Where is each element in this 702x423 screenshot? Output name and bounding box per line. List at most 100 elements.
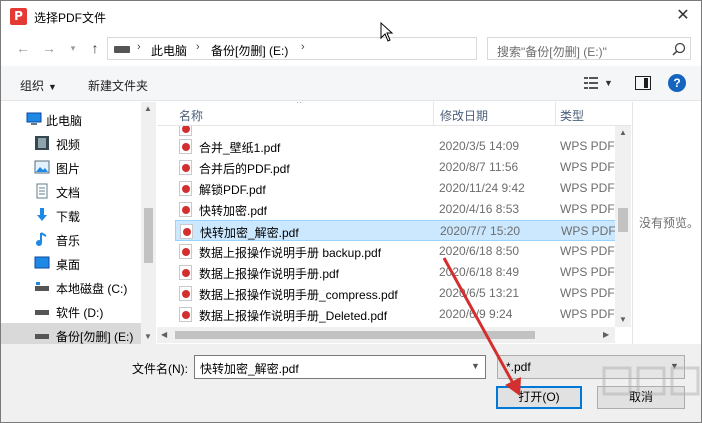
scroll-up-icon[interactable]: ▲ [619, 128, 627, 137]
file-name: 快转加密.pdf [199, 204, 268, 218]
column-divider[interactable] [555, 102, 556, 126]
chevron-down-icon: ▾ [70, 43, 76, 53]
chevron-right-icon: › [301, 41, 305, 53]
navpane-scrollbar[interactable]: ▲ ▼ [141, 102, 156, 344]
table-row[interactable]: 合并_壁纸1.pdf 2020/3/5 14:09 WPS PDF [175, 136, 631, 157]
scroll-left-icon[interactable]: ◀ [161, 330, 167, 339]
filename-input[interactable]: 快转加密_解密.pdf ▼ [194, 355, 486, 379]
close-icon: ✕ [676, 7, 690, 24]
pdf-file-icon [179, 202, 192, 217]
filename-label: 文件名(N): [132, 362, 188, 376]
file-name: 合并_壁纸1.pdf [199, 141, 281, 155]
search-placeholder: 搜索"备份[勿删] (E:)" [497, 45, 607, 59]
scrollbar-thumb[interactable] [144, 208, 153, 263]
music-icon [36, 232, 47, 246]
table-row[interactable]: 合并后的PDF.pdf 2020/8/7 11:56 WPS PDF [175, 157, 631, 178]
back-button[interactable]: ← [13, 38, 33, 58]
scrollbar-thumb[interactable] [175, 331, 535, 339]
file-type: WPS PDF [560, 139, 615, 153]
scroll-right-icon[interactable]: ▶ [603, 330, 609, 339]
nav-item-videos[interactable]: 视频 [1, 131, 141, 155]
organize-label: 组织 [20, 79, 45, 93]
pdf-file-icon [179, 160, 192, 175]
table-row-selected[interactable]: 快转加密_解密.pdf 2020/7/7 15:20 WPS PDF [175, 220, 631, 241]
back-arrow-icon: ← [16, 40, 30, 56]
nav-item-drive-d[interactable]: 软件 (D:) [1, 299, 141, 323]
computer-icon [26, 112, 42, 125]
address-bar[interactable]: › 此电脑 › 备份[勿删] (E:) › ▾ ↻ [107, 37, 572, 60]
pdf-file-icon [179, 244, 192, 259]
file-name: 数据上报操作说明手册 backup.pdf [199, 246, 382, 260]
file-name: 数据上报操作说明手册_compress.pdf [199, 288, 398, 302]
table-row[interactable]: 快转加密.pdf 2020/4/16 8:53 WPS PDF [175, 199, 631, 220]
nav-item-label: 视频 [56, 138, 81, 152]
picture-icon [34, 160, 50, 174]
breadcrumb-drive-e[interactable]: 备份[勿删] (E:) [211, 42, 288, 59]
breadcrumb-this-pc[interactable]: 此电脑 [151, 42, 187, 59]
nav-item-desktop[interactable]: 桌面 [1, 251, 141, 275]
scroll-up-icon[interactable]: ▲ [144, 104, 152, 113]
file-type: WPS PDF [560, 160, 615, 174]
nav-item-label: 此电脑 [46, 114, 83, 128]
scroll-down-icon[interactable]: ▼ [619, 315, 627, 324]
chevron-down-icon[interactable]: ▼ [471, 361, 480, 371]
nav-item-pictures[interactable]: 图片 [1, 155, 141, 179]
table-row[interactable]: 数据上报操作说明手册 backup.pdf 2020/6/18 8:50 WPS… [175, 241, 631, 262]
table-row[interactable]: 数据上报操作说明手册.pdf 2020/6/18 8:49 WPS PDF [175, 262, 631, 283]
help-icon[interactable]: ? [668, 74, 686, 92]
nav-item-music[interactable]: 音乐 [1, 227, 141, 251]
view-options-icon[interactable] [584, 77, 598, 89]
filelist-vertical-scrollbar[interactable]: ▲ ▼ [615, 126, 631, 327]
nav-item-label: 软件 (D:) [56, 306, 104, 320]
file-date: 2020/8/7 11:56 [439, 160, 519, 174]
up-arrow-icon: ↑ [91, 40, 99, 56]
file-date: 2020/4/16 8:53 [439, 202, 520, 216]
scrollbar-thumb[interactable] [618, 208, 628, 232]
recent-locations-button[interactable]: ▾ [63, 38, 83, 58]
drive-icon [114, 46, 130, 53]
table-row[interactable]: 数据上报操作说明手册_compress.pdf 2020/6/5 13:21 W… [175, 283, 631, 304]
nav-item-drive-c[interactable]: 本地磁盘 (C:) [1, 275, 141, 299]
table-row[interactable]: 解锁PDF.pdf 2020/11/24 9:42 WPS PDF [175, 178, 631, 199]
no-preview-text: 没有预览。 [639, 216, 700, 230]
filetype-select[interactable]: *.pdf ▼ [497, 355, 685, 379]
desktop-icon [34, 256, 50, 269]
cancel-button[interactable]: 取消 [597, 386, 685, 409]
view-dropdown-icon[interactable]: ▼ [604, 78, 613, 88]
nav-item-drive-e[interactable]: 备份[勿删] (E:) [1, 323, 141, 344]
file-list: ^ 名称 修改日期 类型 合并_壁纸1.pdf 2020/3/5 14:09 W… [157, 102, 631, 343]
organize-menu-button[interactable]: 组织 ▼ [20, 77, 57, 94]
up-button[interactable]: ↑ [85, 38, 105, 58]
file-type: WPS PDF [560, 286, 615, 300]
column-header-date[interactable]: 修改日期 [440, 107, 488, 124]
file-open-dialog: P 选择PDF文件 ✕ ← → ▾ ↑ › 此电脑 › 备份[勿删] (E:) … [0, 0, 702, 423]
drive-icon [35, 334, 49, 339]
drive-icon [35, 310, 49, 315]
new-folder-button[interactable]: 新建文件夹 [88, 77, 148, 94]
file-date: 2020/7/7 15:20 [440, 224, 521, 238]
filelist-horizontal-scrollbar[interactable]: ◀ ▶ [157, 327, 615, 343]
column-header-type[interactable]: 类型 [560, 107, 584, 124]
file-type: WPS PDF [560, 265, 615, 279]
column-header-name[interactable]: 名称 [179, 107, 203, 124]
forward-button[interactable]: → [39, 38, 59, 58]
open-button[interactable]: 打开(O) [496, 386, 582, 409]
title-bar: P 选择PDF文件 ✕ [1, 1, 701, 32]
search-input[interactable]: 搜索"备份[勿删] (E:)" [487, 37, 691, 60]
search-icon [672, 42, 686, 56]
pdf-file-icon [179, 286, 192, 301]
nav-item-label: 本地磁盘 (C:) [56, 282, 128, 296]
close-button[interactable]: ✕ [671, 5, 695, 27]
video-icon [35, 136, 49, 150]
column-divider[interactable] [433, 102, 434, 126]
nav-item-label: 图片 [56, 162, 81, 176]
table-row[interactable]: 数据上报操作说明手册_Deleted.pdf 2020/6/9 9:24 WPS… [175, 304, 631, 325]
nav-item-downloads[interactable]: 下载 [1, 203, 141, 227]
nav-item-documents[interactable]: 文档 [1, 179, 141, 203]
file-type: WPS PDF [560, 202, 615, 216]
preview-pane-toggle-icon[interactable] [635, 76, 651, 90]
nav-item-this-pc[interactable]: 此电脑 [1, 107, 141, 131]
preview-pane: 没有预览。 [632, 102, 701, 344]
chevron-down-icon: ▼ [670, 361, 679, 371]
scroll-down-icon[interactable]: ▼ [144, 332, 152, 341]
